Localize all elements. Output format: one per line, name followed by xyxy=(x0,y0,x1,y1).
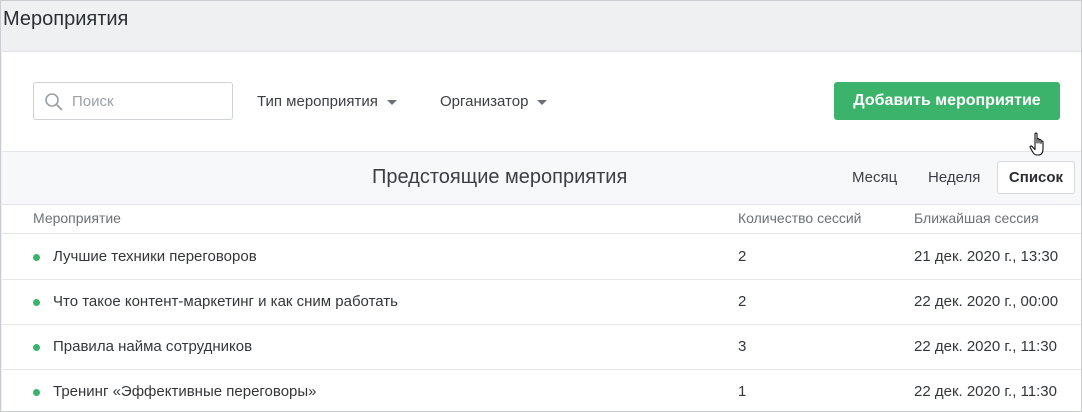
column-header-event[interactable]: Мероприятие xyxy=(33,210,121,226)
search-box[interactable] xyxy=(33,82,233,120)
next-session: 22 дек. 2020 г., 00:00 xyxy=(914,293,1059,310)
app-window: Мероприятия Тип мероприятия Организатор … xyxy=(0,0,1082,412)
column-header-sessions[interactable]: Количество сессий xyxy=(738,210,862,226)
session-count: 2 xyxy=(738,293,747,310)
session-count: 1 xyxy=(738,383,747,400)
tab-week[interactable]: Неделя xyxy=(928,169,980,186)
event-name[interactable]: Что такое контент-маркетинг и как сним р… xyxy=(53,293,398,310)
status-dot-icon xyxy=(33,389,40,396)
caret-down-icon xyxy=(537,99,548,105)
tab-month[interactable]: Месяц xyxy=(852,169,897,186)
search-icon xyxy=(45,93,63,111)
event-name[interactable]: Правила найма сотрудников xyxy=(53,338,252,355)
next-session: 21 дек. 2020 г., 13:30 xyxy=(914,248,1059,265)
add-event-button[interactable]: Добавить мероприятие xyxy=(834,82,1060,120)
event-name[interactable]: Тренинг «Эффективные переговоры» xyxy=(53,383,317,400)
events-card: Тип мероприятия Организатор Добавить мер… xyxy=(2,51,1081,411)
table-row[interactable]: Тренинг «Эффективные переговоры» 1 22 де… xyxy=(2,370,1081,411)
status-dot-icon xyxy=(33,254,40,261)
view-bar: Предстоящие мероприятия Месяц Неделя Спи… xyxy=(2,151,1081,205)
filter-organizer-dropdown[interactable]: Организатор xyxy=(440,90,548,112)
session-count: 3 xyxy=(738,338,747,355)
page-title: Мероприятия xyxy=(3,8,129,30)
caret-down-icon xyxy=(386,99,397,105)
table-row[interactable]: Лучшие техники переговоров 2 21 дек. 202… xyxy=(2,235,1081,280)
status-dot-icon xyxy=(33,344,40,351)
hand-cursor-icon xyxy=(1029,132,1044,156)
next-session: 22 дек. 2020 г., 11:30 xyxy=(914,383,1057,400)
column-header-next-session[interactable]: Ближайшая сессия xyxy=(914,210,1039,226)
search-input[interactable] xyxy=(72,83,227,119)
view-title: Предстоящие мероприятия xyxy=(372,166,628,188)
filter-event-type-dropdown[interactable]: Тип мероприятия xyxy=(257,90,397,112)
table-header: Мероприятие Количество сессий Ближайшая … xyxy=(2,205,1081,234)
status-dot-icon xyxy=(33,299,40,306)
event-name[interactable]: Лучшие техники переговоров xyxy=(53,248,257,265)
session-count: 2 xyxy=(738,248,747,265)
table-row[interactable]: Что такое контент-маркетинг и как сним р… xyxy=(2,280,1081,325)
filter-organizer-label: Организатор xyxy=(440,92,529,110)
next-session: 22 дек. 2020 г., 11:30 xyxy=(914,338,1057,355)
tab-list[interactable]: Список xyxy=(997,161,1075,194)
filter-event-type-label: Тип мероприятия xyxy=(257,92,378,110)
table-row[interactable]: Правила найма сотрудников 3 22 дек. 2020… xyxy=(2,325,1081,370)
